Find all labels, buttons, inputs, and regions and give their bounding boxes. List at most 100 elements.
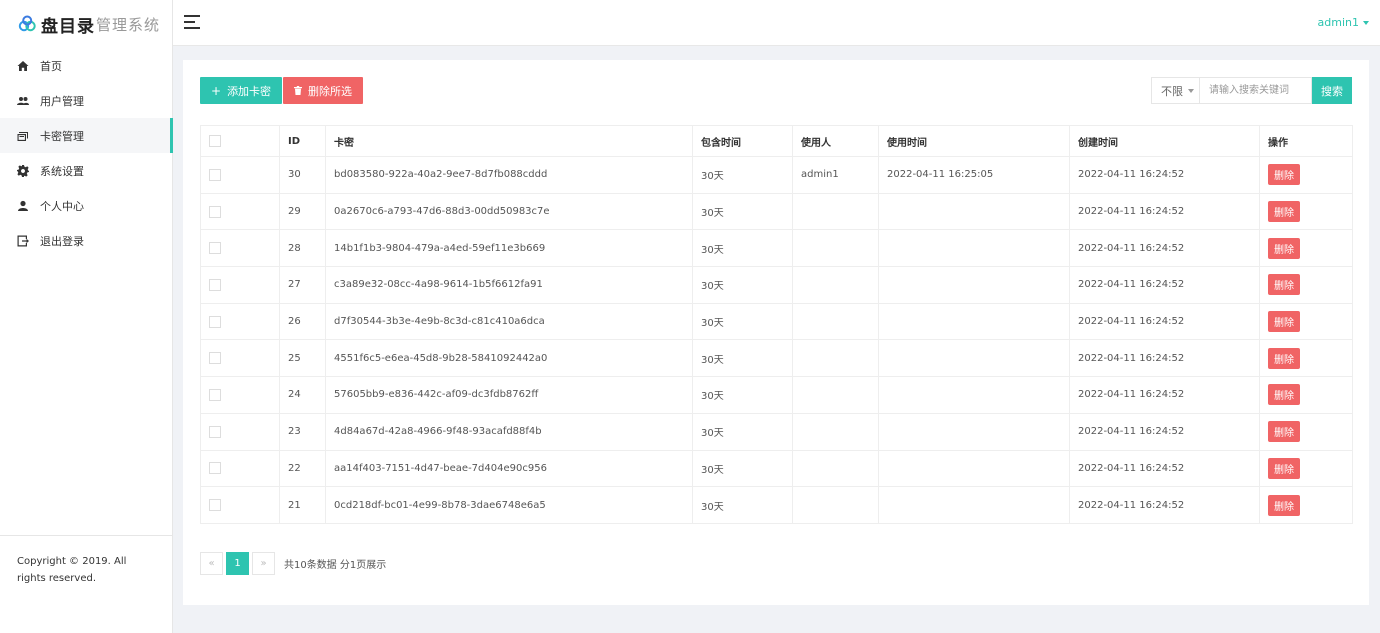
cell-created-at: 2022-04-11 16:24:52 — [1069, 376, 1260, 414]
row-select-cell — [200, 229, 280, 268]
delete-selected-button[interactable]: 删除所选 — [283, 77, 363, 104]
row-delete-button[interactable]: 删除 — [1268, 494, 1300, 516]
menu-toggle-icon[interactable] — [184, 15, 200, 29]
table-row: 21 0cd218df-bc01-4e99-8b78-3dae6748e6a5 30… — [200, 486, 1353, 524]
cell-used-at — [878, 192, 1070, 231]
row-checkbox[interactable] — [209, 278, 221, 291]
cell-key: 0cd218df-bc01-4e99-8b78-3dae6748e6a5 — [325, 486, 693, 524]
row-delete-button[interactable]: 删除 — [1268, 274, 1300, 296]
search-input[interactable] — [1200, 77, 1312, 104]
row-select-cell — [200, 339, 280, 378]
row-select-cell — [200, 449, 280, 488]
row-delete-button[interactable]: 删除 — [1268, 421, 1300, 443]
cell-used-at — [878, 486, 1070, 524]
filter-select[interactable]: 不限 — [1151, 77, 1200, 104]
cell-action: 删除 — [1259, 486, 1353, 524]
cards-table: ID 卡密 包含时间 使用人 使用时间 创建时间 操作 30 bd083580-9… — [200, 125, 1353, 524]
cell-id: 25 — [279, 339, 326, 378]
cell-user — [792, 449, 879, 488]
user-icon — [17, 200, 29, 212]
row-checkbox[interactable] — [209, 499, 221, 512]
cell-action: 删除 — [1259, 412, 1353, 451]
row-checkbox[interactable] — [209, 205, 221, 218]
row-checkbox[interactable] — [209, 352, 221, 365]
row-delete-button[interactable]: 删除 — [1268, 311, 1300, 333]
row-checkbox[interactable] — [209, 462, 221, 475]
row-checkbox[interactable] — [209, 315, 221, 328]
table-row: 23 4d84a67d-42a8-4966-9f48-93acafd88f4b 30… — [200, 412, 1353, 451]
cell-created-at: 2022-04-11 16:24:52 — [1069, 486, 1260, 524]
row-delete-button[interactable]: 删除 — [1268, 164, 1300, 186]
row-delete-button[interactable]: 删除 — [1268, 384, 1300, 406]
row-checkbox[interactable] — [209, 388, 221, 401]
cell-user — [792, 486, 879, 524]
cell-key: 4d84a67d-42a8-4966-9f48-93acafd88f4b — [325, 412, 693, 451]
table-row: 30 bd083580-922a-40a2-9ee7-8d7fb088cddd 30… — [200, 156, 1353, 194]
cell-duration: 30天 — [692, 229, 793, 268]
card-icon — [17, 130, 29, 142]
table-row: 29 0a2670c6-a793-47d6-88d3-00dd50983c7e 30… — [200, 192, 1353, 231]
row-checkbox[interactable] — [209, 242, 221, 255]
cell-created-at: 2022-04-11 16:24:52 — [1069, 412, 1260, 451]
add-card-label: 添加卡密 — [227, 84, 272, 98]
cell-user — [792, 302, 879, 341]
brand[interactable]: 盘目录 管理系统 — [0, 0, 172, 48]
table-row: 26 d7f30544-3b3e-4e9b-8c3d-c81c410a6dca 30… — [200, 302, 1353, 341]
cell-action: 删除 — [1259, 376, 1353, 414]
cell-created-at: 2022-04-11 16:24:52 — [1069, 229, 1260, 268]
brand-subtitle: 管理系统 — [96, 15, 161, 34]
user-name: admin1 — [1317, 16, 1359, 29]
page-1-button[interactable]: 1 — [226, 551, 249, 575]
cell-duration: 30天 — [692, 449, 793, 488]
cell-created-at: 2022-04-11 16:24:52 — [1069, 449, 1260, 488]
sidebar-item-cards[interactable]: 卡密管理 — [0, 118, 173, 153]
sidebar-item-profile[interactable]: 个人中心 — [0, 188, 172, 223]
users-icon — [17, 95, 29, 107]
cell-id: 27 — [279, 266, 326, 304]
cell-key: d7f30544-3b3e-4e9b-8c3d-c81c410a6dca — [325, 302, 693, 341]
cell-action: 删除 — [1259, 266, 1353, 304]
table-header-row: ID 卡密 包含时间 使用人 使用时间 创建时间 操作 — [200, 125, 1353, 157]
add-card-button[interactable]: + 添加卡密 — [200, 77, 283, 104]
table-body: 30 bd083580-922a-40a2-9ee7-8d7fb088cddd 30… — [200, 156, 1353, 524]
sidebar-item-settings[interactable]: 系统设置 — [0, 153, 172, 188]
cell-key: c3a89e32-08cc-4a98-9614-1b5f6612fa91 — [325, 266, 693, 304]
next-page-button[interactable]: » — [252, 551, 275, 575]
row-checkbox[interactable] — [209, 168, 221, 181]
cell-id: 26 — [279, 302, 326, 341]
search-button[interactable]: 搜索 — [1312, 77, 1352, 104]
cell-id: 21 — [279, 486, 326, 524]
cell-user — [792, 229, 879, 268]
cell-id: 29 — [279, 192, 326, 231]
filter-value: 不限 — [1161, 84, 1183, 98]
sidebar-item-logout[interactable]: 退出登录 — [0, 223, 172, 258]
cell-created-at: 2022-04-11 16:24:52 — [1069, 192, 1260, 231]
row-select-cell — [200, 302, 280, 341]
row-delete-button[interactable]: 删除 — [1268, 347, 1300, 369]
trash-icon — [294, 85, 302, 97]
user-menu[interactable]: admin1 — [1318, 16, 1369, 29]
sidebar-item-users[interactable]: 用户管理 — [0, 83, 172, 118]
cell-created-at: 2022-04-11 16:24:52 — [1069, 339, 1260, 378]
cell-id: 22 — [279, 449, 326, 488]
copyright: Copyright © 2019. All rights reserved. — [0, 535, 172, 587]
select-all-checkbox[interactable] — [209, 135, 221, 147]
row-select-cell — [200, 412, 280, 451]
row-select-cell — [200, 156, 280, 194]
table-row: 27 c3a89e32-08cc-4a98-9614-1b5f6612fa91 30… — [200, 266, 1353, 304]
cell-duration: 30天 — [692, 376, 793, 414]
row-delete-button[interactable]: 删除 — [1268, 201, 1300, 223]
row-delete-button[interactable]: 删除 — [1268, 457, 1300, 479]
cell-user — [792, 192, 879, 231]
sidebar-item-label: 退出登录 — [40, 234, 84, 248]
column-header: 包含时间 — [692, 125, 793, 157]
prev-page-button[interactable]: « — [200, 551, 223, 575]
cell-id: 28 — [279, 229, 326, 268]
column-header: 卡密 — [325, 125, 693, 157]
cell-duration: 30天 — [692, 486, 793, 524]
row-delete-button[interactable]: 删除 — [1268, 237, 1300, 259]
cell-used-at — [878, 266, 1070, 304]
cell-action: 删除 — [1259, 339, 1353, 378]
sidebar-item-home[interactable]: 首页 — [0, 48, 172, 83]
row-checkbox[interactable] — [209, 425, 221, 438]
